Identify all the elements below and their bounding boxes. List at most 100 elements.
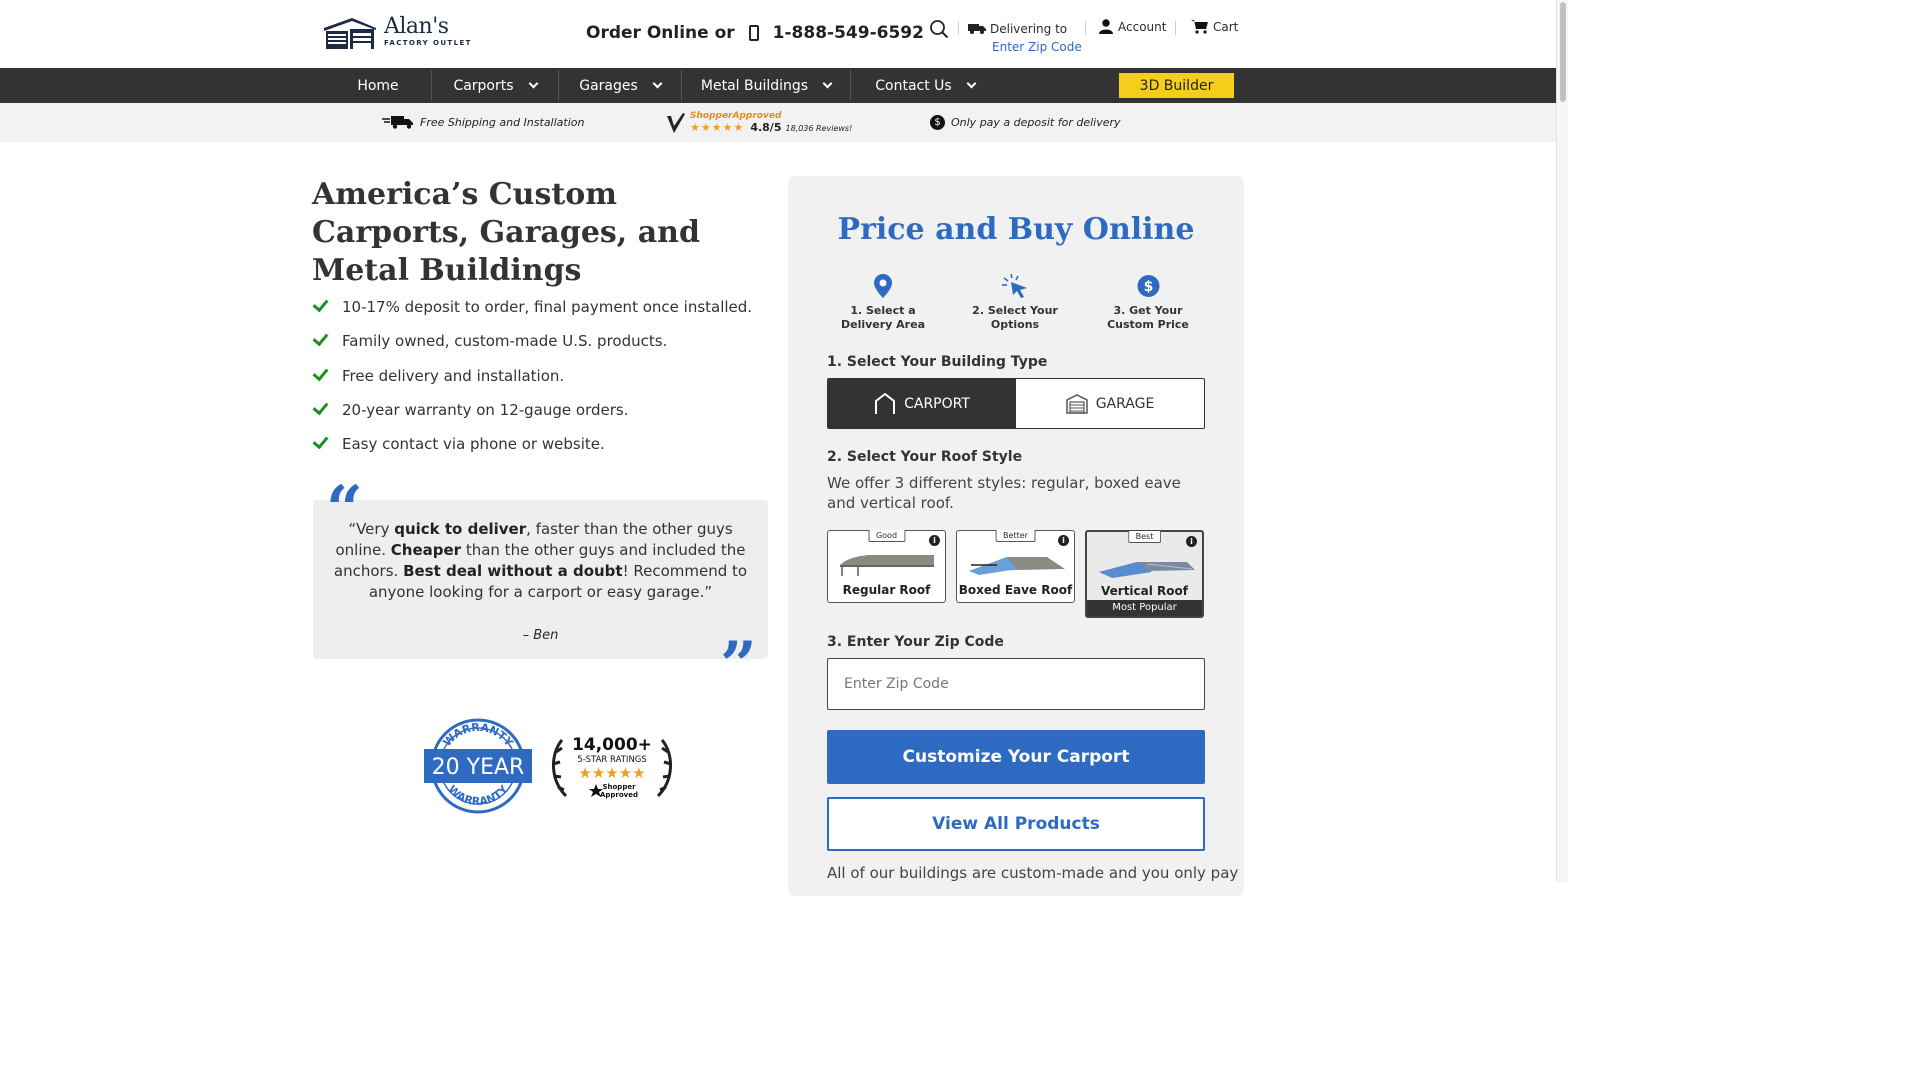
deposit-text: Only pay a deposit for delivery [951, 116, 1121, 129]
shopper-approved-check-icon [667, 112, 685, 133]
site-header: Alan's FACTORY OUTLET Order Online or 1-… [0, 0, 1556, 68]
zip-code-input[interactable] [827, 658, 1205, 710]
boxed-eave-roof-image [969, 557, 1065, 575]
nav-metal-buildings[interactable]: Metal Buildings [682, 68, 850, 103]
dollar-icon: $ [930, 115, 945, 130]
cart-icon [1191, 20, 1208, 34]
checkmark-icon [312, 433, 329, 450]
list-item: 10-17% deposit to order, final payment o… [312, 290, 752, 324]
delivery-location[interactable]: Delivering to Enter Zip Code [968, 20, 1082, 56]
chevron-down-icon [528, 78, 538, 89]
nav-home[interactable]: Home [326, 68, 430, 103]
shopper-approved-rating[interactable]: ShopperApproved ★★★★★ 4.8/5 18,036 Reviews… [666, 111, 852, 134]
truck-icon [968, 24, 986, 34]
list-item: 20-year warranty on 12-gauge orders. [312, 393, 752, 427]
benefit-text: 20-year warranty on 12-gauge orders. [342, 401, 629, 420]
logo-subtitle: FACTORY OUTLET [384, 39, 472, 47]
3d-builder-button[interactable]: 3D Builder [1119, 73, 1234, 98]
benefit-text: Free delivery and installation. [342, 366, 565, 385]
regular-roof-option[interactable]: Good i Regular Roof [827, 530, 946, 603]
close-quote-icon: ” [720, 628, 757, 703]
cart-link[interactable]: Cart [1191, 19, 1238, 34]
nav-contact-us[interactable]: Contact Us [851, 68, 999, 103]
scrollbar-thumb[interactable] [1560, 2, 1566, 102]
garage-option[interactable]: GARAGE [1016, 379, 1204, 428]
info-icon[interactable]: i [1186, 536, 1197, 547]
cursor-click-icon [1002, 274, 1027, 298]
nav-label: Metal Buildings [700, 77, 809, 94]
carport-label: CARPORT [904, 395, 970, 412]
card-footer-text: All of our buildings are custom-made and… [827, 864, 1239, 882]
nav-label: Carports [453, 77, 514, 94]
zip-code-label: 3. Enter Your Zip Code [827, 634, 1004, 650]
vertical-roof-image [1099, 562, 1195, 578]
logo-wordmark: Alan's FACTORY OUTLET [384, 16, 472, 47]
review-count: 18,036 Reviews! [785, 124, 853, 133]
step-custom-price: $ 3. Get Your Custom Price [1093, 274, 1203, 332]
garage-icon [1065, 393, 1088, 414]
rating-stars: ★★★★★ [690, 121, 745, 134]
nav-label: Garages [579, 77, 638, 94]
ratings-stars: ★★★★★ [578, 764, 645, 782]
account-link[interactable]: Account [1099, 19, 1166, 34]
header-divider [958, 21, 959, 35]
building-type-label: 1. Select Your Building Type [827, 354, 1048, 370]
ratings-count: 14,000+ [572, 735, 652, 755]
vertical-roof-option[interactable]: Best i Vertical Roof Most Popular [1085, 530, 1204, 618]
step-line-2: Custom Price [1107, 318, 1189, 331]
enter-zip-link[interactable]: Enter Zip Code [968, 38, 1082, 56]
roof-tier-tag: Good [867, 530, 906, 542]
chevron-down-icon [966, 78, 977, 89]
deposit-item: $ Only pay a deposit for delivery [930, 115, 1121, 130]
site-logo[interactable]: Alan's FACTORY OUTLET [322, 16, 472, 50]
list-item: Free delivery and installation. [312, 359, 752, 393]
roof-style-label: 2. Select Your Roof Style [827, 449, 1023, 465]
testimonial-text: “Very quick to deliver, faster than the … [326, 519, 755, 603]
step-line-1: 2. Select Your [972, 304, 1058, 317]
step-line-1: 1. Select a [850, 304, 916, 317]
info-icon[interactable]: i [929, 535, 940, 546]
boxed-eave-roof-option[interactable]: Better i Boxed Eave Roof [956, 530, 1075, 603]
phone-link[interactable]: 1-888-549-6592 [773, 23, 924, 43]
step-line-2: Options [990, 318, 1040, 331]
account-label: Account [1118, 19, 1167, 34]
step-options: 2. Select Your Options [960, 274, 1070, 332]
carport-icon [875, 392, 896, 414]
step-delivery-area: 1. Select a Delivery Area [828, 274, 938, 332]
user-icon [1099, 19, 1113, 34]
checkmark-icon [312, 364, 329, 381]
testimonial-author: – Ben [522, 628, 559, 643]
regular-roof-image [840, 555, 934, 576]
chevron-down-icon [652, 78, 663, 89]
carport-option[interactable]: CARPORT [828, 379, 1016, 428]
benefit-text: Family owned, custom-made U.S. products. [342, 332, 668, 351]
search-icon[interactable] [929, 19, 949, 39]
main-nav: Home Carports Garages Metal Buildings Co… [0, 68, 1556, 103]
ratings-brand-line-2: Approved [600, 791, 638, 799]
delivery-truck-icon [382, 116, 413, 129]
header-divider [1085, 21, 1086, 35]
warranty-years: 20 YEAR [432, 755, 525, 780]
page-scrollbar[interactable] [1556, 0, 1568, 882]
card-title: Price and Buy Online [837, 212, 1195, 247]
list-item: Family owned, custom-made U.S. products. [312, 324, 752, 358]
roof-name: Boxed Eave Roof [958, 583, 1073, 597]
nav-garages[interactable]: Garages [559, 68, 681, 103]
info-icon[interactable]: i [1058, 535, 1069, 546]
ratings-badge: 14,000+ 5-STAR RATINGS ★★★★★ Shopper App… [551, 735, 673, 799]
testimonial-part: “Very [348, 520, 395, 538]
nav-carports[interactable]: Carports [432, 68, 558, 103]
order-phone: Order Online or 1-888-549-6592 [586, 23, 924, 43]
page-title: America’s Custom Carports, Garages, and … [312, 177, 700, 288]
dollar-glyph: $ [1143, 279, 1153, 295]
step-line-2: Delivery Area [840, 318, 925, 331]
dollar-circle-icon: $ [1137, 275, 1159, 297]
step-line-1: 3. Get Your [1113, 304, 1183, 317]
customize-carport-button[interactable]: Customize Your Carport [827, 730, 1205, 784]
map-pin-icon [874, 274, 892, 298]
testimonial-highlight: quick to deliver [394, 520, 527, 538]
benefits-list: 10-17% deposit to order, final payment o… [312, 290, 752, 461]
view-all-products-button[interactable]: View All Products [827, 797, 1205, 851]
checkmark-icon [312, 398, 329, 416]
garage-label: GARAGE [1095, 395, 1155, 412]
